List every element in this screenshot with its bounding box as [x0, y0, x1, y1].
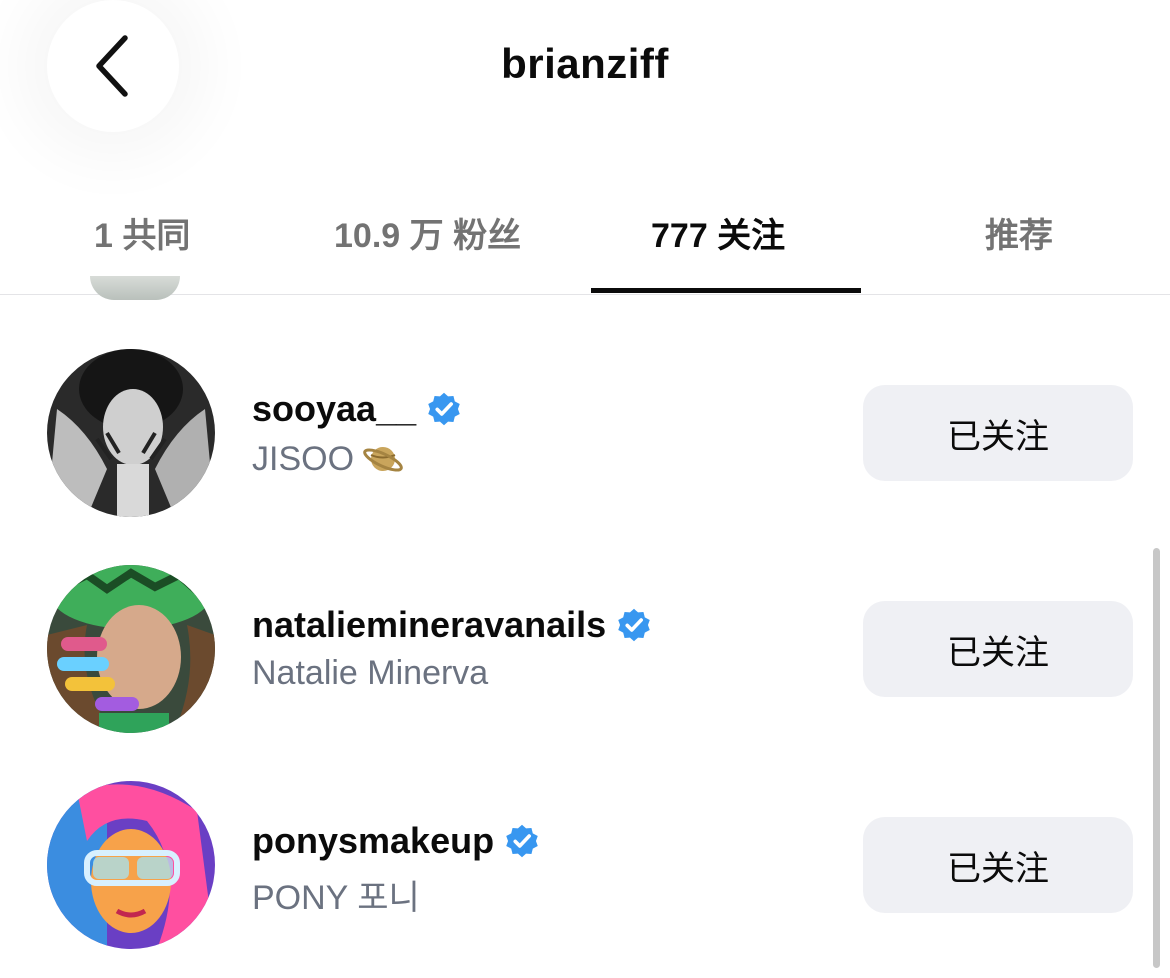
- list-item: nataliemineravanails Natalie Minerva 已关注: [0, 546, 1150, 762]
- username[interactable]: nataliemineravanails: [252, 604, 606, 646]
- avatar[interactable]: [47, 349, 215, 517]
- page-title: brianziff: [501, 40, 669, 87]
- active-tab-indicator: [591, 288, 861, 293]
- avatar[interactable]: [47, 565, 215, 733]
- username[interactable]: ponysmakeup: [252, 820, 494, 862]
- ringed-planet-icon: [363, 447, 403, 472]
- display-name: PONY 포니: [252, 879, 420, 917]
- avatar[interactable]: [47, 781, 215, 949]
- top-bar: brianziff: [0, 0, 1170, 190]
- avatar[interactable]: [90, 276, 180, 300]
- following-button[interactable]: 已关注: [863, 817, 1133, 913]
- following-button[interactable]: 已关注: [863, 385, 1133, 481]
- list-item: sooyaa__ JISOO 已关注: [0, 330, 1150, 546]
- tab-suggested[interactable]: 推荐: [985, 208, 1053, 255]
- username[interactable]: sooyaa__: [252, 388, 416, 430]
- verified-badge-icon: [506, 824, 538, 858]
- verified-badge-icon: [618, 608, 650, 642]
- tab-following[interactable]: 777 关注: [651, 208, 785, 255]
- tab-followers[interactable]: 10.9 万 粉丝: [334, 208, 521, 255]
- verified-badge-icon: [428, 392, 460, 426]
- list-item: ponysmakeup PONY 포니 已关注: [0, 762, 1150, 978]
- tab-mutual[interactable]: 1 共同: [94, 208, 190, 255]
- display-name: Natalie Minerva: [252, 654, 489, 692]
- following-button[interactable]: 已关注: [863, 601, 1133, 697]
- scrollbar[interactable]: [1153, 548, 1160, 968]
- display-name: JISOO: [252, 439, 355, 478]
